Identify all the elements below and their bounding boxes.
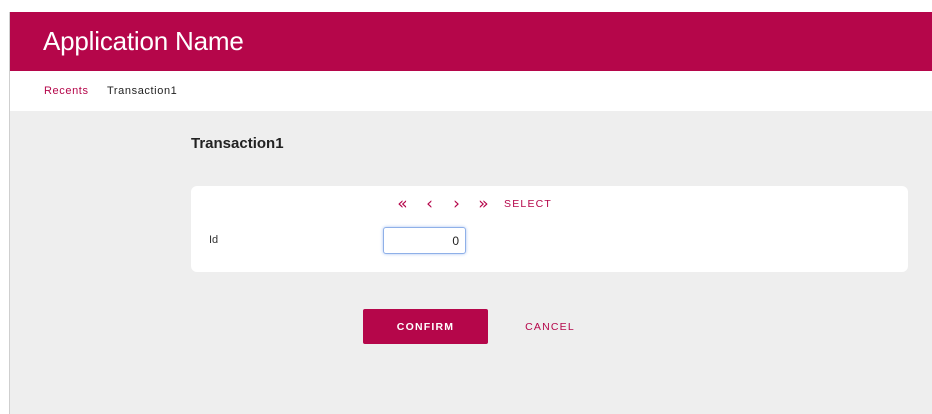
breadcrumb-recents-link[interactable]: Recents [44,84,89,98]
breadcrumb-current: Transaction1 [107,85,178,97]
record-navigator: « ‹ › » SELECT [389,195,552,213]
id-label: Id [209,234,219,246]
confirm-button[interactable]: CONFIRM [363,309,488,344]
cancel-button[interactable]: CANCEL [510,309,590,344]
last-record-icon[interactable]: » [470,195,497,213]
app-title: Application Name [43,26,244,56]
page-title: Transaction1 [191,135,284,152]
previous-record-icon[interactable]: ‹ [416,195,443,213]
id-input[interactable] [383,227,466,254]
transaction-form-card: « ‹ › » SELECT Id [191,186,908,272]
next-record-icon[interactable]: › [443,195,470,213]
app-frame: Application Name Recents Transaction1 Tr… [9,12,932,414]
first-record-icon[interactable]: « [389,195,416,213]
select-link[interactable]: SELECT [504,198,552,210]
breadcrumb: Recents Transaction1 [10,71,932,111]
app-header: Application Name [10,12,932,71]
